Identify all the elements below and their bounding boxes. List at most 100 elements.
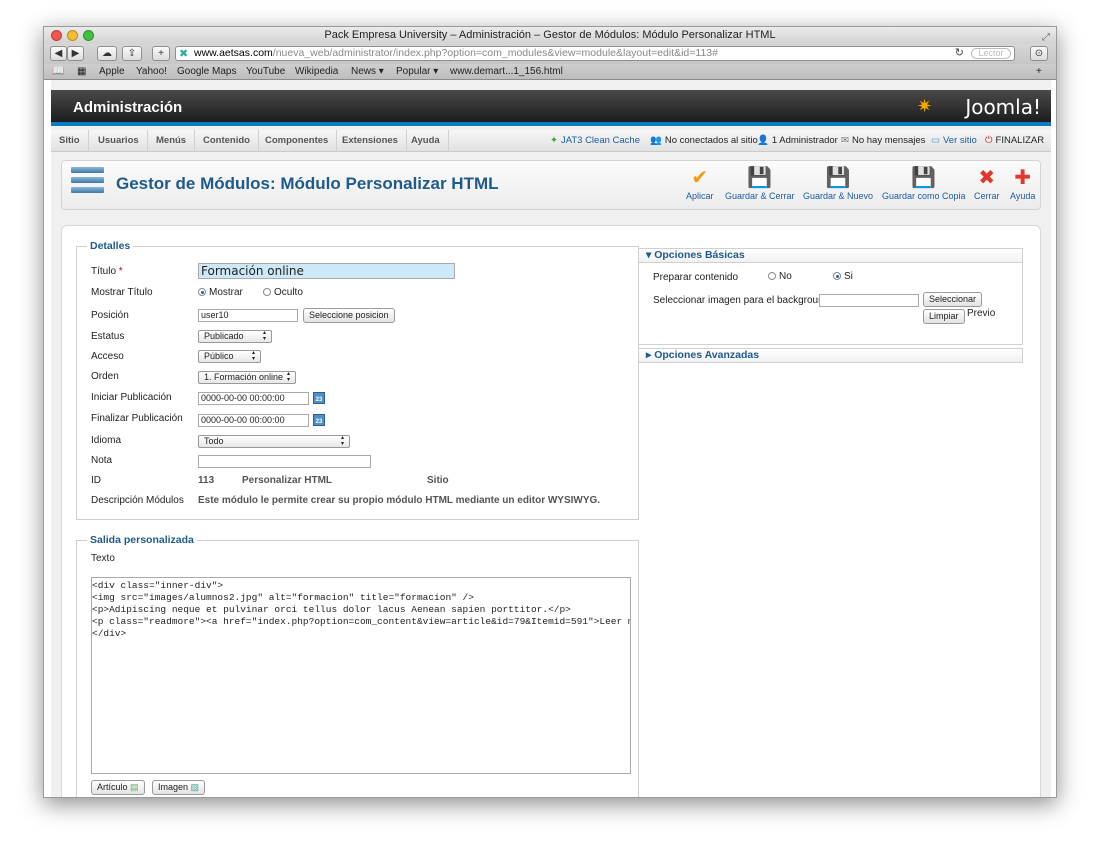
menu-ayuda[interactable]: Ayuda: [403, 130, 449, 152]
joomla-favicon-icon: ✖: [179, 48, 189, 60]
preview-label: Previo: [967, 308, 996, 319]
menu-extensiones[interactable]: Extensiones: [334, 130, 407, 152]
access-select[interactable]: Público: [198, 350, 261, 363]
logout-link[interactable]: ⏻ FINALIZAR: [985, 130, 1044, 152]
clean-cache-link[interactable]: ✦ JAT3 Clean Cache: [550, 130, 640, 152]
admins-status: 👤 1 Administrador: [757, 130, 838, 152]
clear-image-button[interactable]: Limpiar: [923, 309, 965, 324]
title-input[interactable]: Formación online: [198, 263, 455, 279]
image-icon: ▨: [190, 782, 200, 792]
html-editor-textarea[interactable]: <div class="inner-div"> <img src="images…: [91, 577, 631, 774]
title-bar: Pack Empresa University – Administración…: [44, 27, 1056, 44]
order-select[interactable]: 1. Formación online: [198, 371, 296, 384]
calendar-icon[interactable]: 23: [313, 392, 325, 404]
show-title-radio[interactable]: Mostrar: [198, 287, 243, 298]
close-button[interactable]: ✖ Cerrar: [974, 165, 1000, 201]
position-input[interactable]: user10: [198, 309, 298, 322]
back-arrow-icon: ◀: [54, 48, 63, 59]
module-type: Personalizar HTML: [242, 475, 333, 486]
zoom-window-button[interactable]: [83, 30, 94, 41]
apply-button[interactable]: ✔ Aplicar: [686, 165, 714, 201]
status-label: Estatus: [91, 331, 125, 342]
end-publish-input[interactable]: 0000-00-00 00:00:00: [198, 414, 309, 427]
advanced-options-toggle[interactable]: ▸ Opciones Avanzadas: [638, 348, 1023, 363]
cache-icon: ✦: [550, 135, 558, 146]
reading-list-icon[interactable]: 📖: [52, 64, 64, 80]
article-button[interactable]: Artículo ▤: [91, 780, 145, 795]
joomla-logo-icon: ✷: [917, 96, 933, 116]
image-button[interactable]: Imagen ▨: [152, 780, 206, 795]
status-select[interactable]: Publicado: [198, 330, 272, 343]
id-value: 113: [198, 475, 215, 486]
note-input[interactable]: [198, 455, 371, 468]
start-publish-input[interactable]: 0000-00-00 00:00:00: [198, 392, 309, 405]
select-image-button[interactable]: Seleccionar: [923, 292, 983, 307]
background-image-label: Seleccionar imagen para el background: [653, 295, 830, 306]
basic-options-panel: Preparar contenido No Si Seleccionar ima…: [638, 263, 1023, 345]
bookmark-yahoo[interactable]: Yahoo!: [136, 64, 167, 80]
lifebuoy-icon: ✚: [1014, 167, 1032, 189]
menu-sitio[interactable]: Sitio: [51, 130, 89, 152]
joomla-logo: Joomla!: [965, 95, 1041, 119]
browser-window: Pack Empresa University – Administración…: [43, 26, 1057, 798]
prepare-no-radio[interactable]: No: [768, 271, 792, 282]
admin-header: Administración ✷ Joomla!: [51, 90, 1051, 126]
bookmarks-bar: 📖 ▦ Apple Yahoo! Google Maps YouTube Wik…: [44, 64, 1056, 80]
menu-componentes[interactable]: Componentes: [257, 130, 338, 152]
prepare-yes-radio[interactable]: Si: [833, 271, 853, 282]
back-button[interactable]: ◀: [50, 46, 67, 61]
power-icon: ⏻: [985, 135, 993, 146]
address-bar[interactable]: ✖ www.aetsas.com/nueva_web/administrator…: [175, 46, 1015, 61]
close-icon: ✖: [978, 167, 996, 189]
view-site-link[interactable]: ▭ Ver sitio: [931, 130, 977, 152]
bookmark-demart[interactable]: www.demart...1_156.html: [450, 64, 563, 80]
close-window-button[interactable]: [51, 30, 62, 41]
messages-status: ✉ No hay mensajes: [841, 130, 925, 152]
bookmark-popular[interactable]: Popular ▾: [396, 64, 438, 80]
menu-usuarios[interactable]: Usuarios: [90, 130, 148, 152]
language-label: Idioma: [91, 435, 122, 446]
bookmark-google-maps[interactable]: Google Maps: [177, 64, 236, 80]
downloads-button[interactable]: ⊙: [1030, 46, 1048, 61]
icloud-button[interactable]: ☁: [97, 46, 117, 61]
plus-icon: +: [158, 48, 164, 59]
users-icon: 👥: [650, 135, 662, 146]
forward-button[interactable]: ▶: [67, 46, 84, 61]
reader-button[interactable]: Lector: [971, 48, 1011, 59]
share-button[interactable]: ⇪: [122, 46, 142, 61]
add-bookmark-button[interactable]: +: [152, 46, 170, 61]
monitor-icon: ▭: [931, 135, 940, 146]
minimize-window-button[interactable]: [67, 30, 78, 41]
reload-icon[interactable]: ↻: [955, 47, 964, 60]
url-path: /nueva_web/administrator/index.php?optio…: [272, 47, 718, 59]
bookmark-apple[interactable]: Apple: [99, 64, 125, 80]
menu-menus[interactable]: Menús: [148, 130, 196, 152]
save-icon: 💾: [747, 167, 773, 189]
window-title: Pack Empresa University – Administración…: [324, 29, 776, 41]
id-label: ID: [91, 475, 101, 486]
help-button[interactable]: ✚ Ayuda: [1010, 165, 1035, 201]
save-copy-button[interactable]: 💾 Guardar como Copia: [882, 165, 966, 201]
select-position-button[interactable]: Seleccione posicion: [303, 308, 395, 323]
details-legend: Detalles: [90, 240, 131, 252]
save-new-button[interactable]: 💾 Guardar & Nuevo: [803, 165, 873, 201]
access-label: Acceso: [91, 351, 124, 362]
new-tab-icon[interactable]: +: [1036, 64, 1042, 80]
bookmark-news[interactable]: News ▾: [351, 64, 384, 80]
not-connected-status: 👥 No conectados al sitio: [650, 130, 758, 152]
hide-title-radio[interactable]: Oculto: [263, 287, 303, 298]
calendar-icon[interactable]: 23: [313, 414, 325, 426]
bookmark-youtube[interactable]: YouTube: [246, 64, 285, 80]
details-fieldset: Detalles Título * Formación online Mostr…: [76, 240, 639, 520]
bookmark-wikipedia[interactable]: Wikipedia: [295, 64, 338, 80]
basic-options-toggle[interactable]: ▾ Opciones Básicas: [638, 248, 1023, 263]
description-value: Este módulo le permite crear su propio m…: [198, 495, 601, 506]
language-select[interactable]: Todo: [198, 435, 350, 448]
top-sites-icon[interactable]: ▦: [77, 64, 86, 80]
save-close-button[interactable]: 💾 Guardar & Cerrar: [725, 165, 795, 201]
browser-toolbar: ◀ ▶ ☁ ⇪ + ✖ www.aetsas.com/nueva_web/adm…: [44, 44, 1056, 64]
background-image-input[interactable]: [819, 294, 919, 307]
position-label: Posición: [91, 310, 129, 321]
required-mark: *: [118, 266, 123, 277]
menu-contenido[interactable]: Contenido: [195, 130, 259, 152]
